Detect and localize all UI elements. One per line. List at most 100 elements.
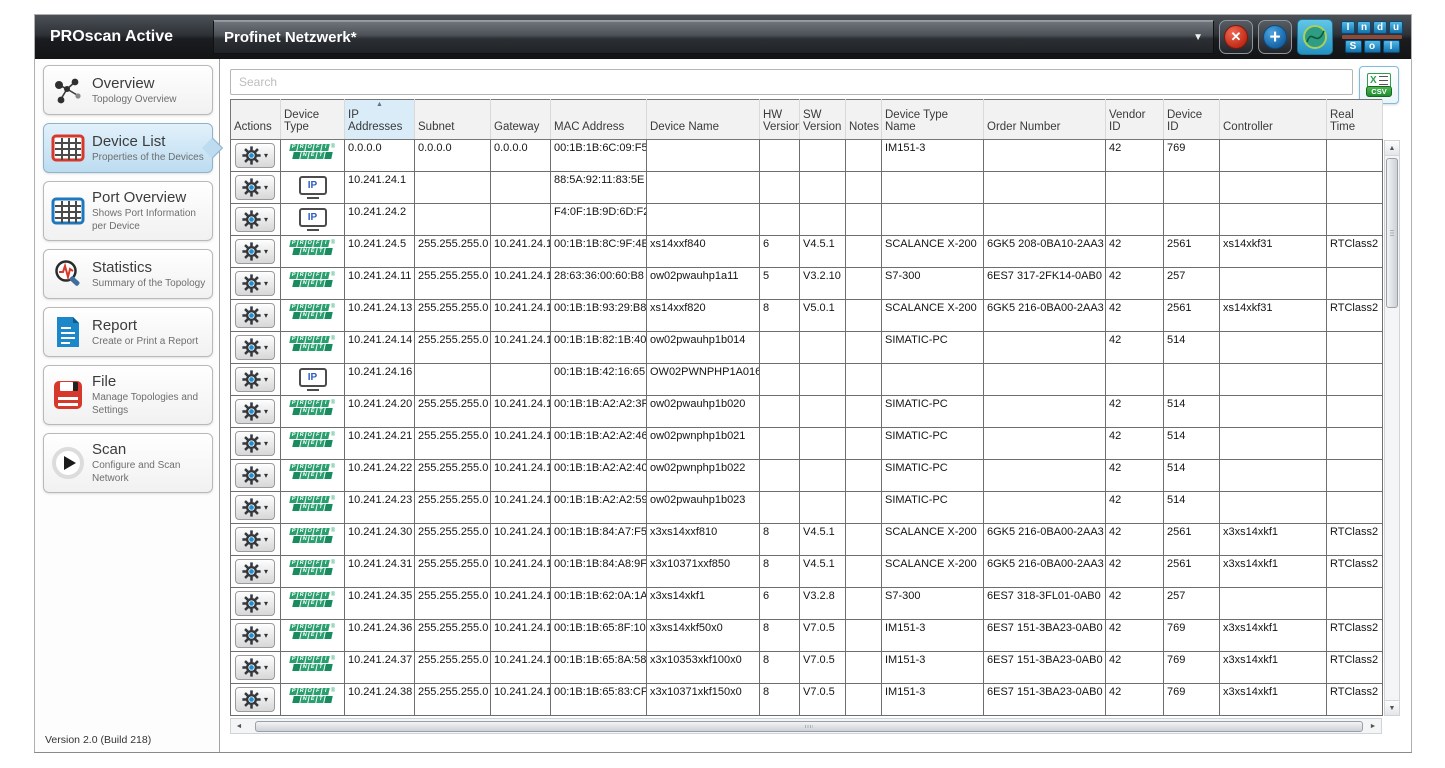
cell-device-type: PROFI®NET <box>281 236 345 268</box>
cell-vendor: 42 <box>1106 492 1164 524</box>
ip-device-icon: IP <box>299 208 327 231</box>
sidebar-item-device-list[interactable]: Device ListProperties of the Devices <box>43 123 213 173</box>
scroll-up-arrow[interactable]: ▲ <box>1385 141 1399 156</box>
horizontal-scrollbar[interactable]: ◄ ► <box>230 718 1382 734</box>
column-header-mac-address[interactable]: MAC Address <box>551 100 647 140</box>
cell-order: 6ES7 151-3BA23-0AB0 <box>984 652 1106 684</box>
scroll-down-arrow[interactable]: ▼ <box>1385 700 1399 715</box>
cell-device_id: 2561 <box>1164 300 1220 332</box>
row-actions-button[interactable]: ▾ <box>235 239 275 264</box>
column-header-ip-addresses[interactable]: ▲IP Addresses <box>345 100 415 140</box>
sidebar-item-port-overview[interactable]: Port OverviewShows Port Information per … <box>43 181 213 241</box>
column-header-device-type[interactable]: Device Type <box>281 100 345 140</box>
cell-realtime <box>1327 204 1383 236</box>
profinet-device-icon: PROFI®NET <box>290 432 335 447</box>
row-actions-button[interactable]: ▾ <box>235 623 275 648</box>
close-topology-button[interactable]: ✕ <box>1219 20 1253 54</box>
table-row: ▾PROFI®NET10.241.24.13255.255.255.010.24… <box>231 300 1383 332</box>
cell-realtime <box>1327 172 1383 204</box>
topology-selector-label: Profinet Netzwerk* <box>224 29 357 46</box>
cell-realtime <box>1327 428 1383 460</box>
table-row: ▾PROFI®NET10.241.24.20255.255.255.010.24… <box>231 396 1383 428</box>
cell-controller <box>1220 364 1327 396</box>
search-input[interactable] <box>230 69 1353 95</box>
row-actions-button[interactable]: ▾ <box>235 591 275 616</box>
sidebar-item-file[interactable]: FileManage Topologies and Settings <box>43 365 213 425</box>
cell-name: x3x10371xkf150x0 <box>647 684 760 716</box>
indusol-letter-tile: S <box>1345 40 1362 53</box>
column-header-vendor-id[interactable]: Vendor ID <box>1106 100 1164 140</box>
row-actions-button[interactable]: ▾ <box>235 687 275 712</box>
row-actions-button[interactable]: ▾ <box>235 527 275 552</box>
cell-vendor <box>1106 204 1164 236</box>
column-header-device-type-name[interactable]: Device Type Name <box>882 100 984 140</box>
horizontal-scroll-thumb[interactable] <box>255 721 1363 732</box>
vertical-scroll-thumb[interactable] <box>1386 158 1398 308</box>
scroll-right-arrow[interactable]: ► <box>1365 719 1381 733</box>
cell-realtime: RTClass2 <box>1327 684 1383 716</box>
cell-name: ow02pwnphp1b021 <box>647 428 760 460</box>
row-actions-button[interactable]: ▾ <box>235 559 275 584</box>
cell-realtime: RTClass2 <box>1327 620 1383 652</box>
column-header-order-number[interactable]: Order Number <box>984 100 1106 140</box>
cell-actions: ▾ <box>231 556 281 588</box>
column-header-actions[interactable]: Actions <box>231 100 281 140</box>
row-actions-button[interactable]: ▾ <box>235 175 275 200</box>
add-topology-button[interactable]: + <box>1258 20 1292 54</box>
column-header-label: Gateway <box>494 121 539 133</box>
file-icon <box>49 379 87 411</box>
chevron-down-icon: ▾ <box>264 696 268 704</box>
cell-sw <box>800 204 846 236</box>
vertical-scrollbar[interactable]: ▲ ▼ <box>1384 140 1400 716</box>
gear-icon <box>242 626 261 645</box>
cell-controller: xs14xkf31 <box>1220 300 1327 332</box>
row-actions-button[interactable]: ▾ <box>235 431 275 456</box>
row-actions-button[interactable]: ▾ <box>235 143 275 168</box>
cell-vendor: 42 <box>1106 460 1164 492</box>
column-header-notes[interactable]: Notes <box>846 100 882 140</box>
column-header-controller[interactable]: Controller <box>1220 100 1327 140</box>
sidebar-item-overview[interactable]: OverviewTopology Overview <box>43 65 213 115</box>
cell-controller: x3xs14xkf1 <box>1220 684 1327 716</box>
chevron-down-icon[interactable]: ▼ <box>1193 32 1203 43</box>
cell-notes <box>846 332 882 364</box>
cell-hw: 6 <box>760 588 800 620</box>
column-header-gateway[interactable]: Gateway <box>491 100 551 140</box>
excel-rows-glyph <box>1379 76 1388 85</box>
cell-controller <box>1220 268 1327 300</box>
sidebar-item-scan[interactable]: ScanConfigure and Scan Network <box>43 433 213 493</box>
row-actions-button[interactable]: ▾ <box>235 495 275 520</box>
cell-subnet: 255.255.255.0 <box>415 588 491 620</box>
row-actions-button[interactable]: ▾ <box>235 367 275 392</box>
cell-type_name: SCALANCE X-200 <box>882 524 984 556</box>
column-header-subnet[interactable]: Subnet <box>415 100 491 140</box>
chevron-down-icon: ▾ <box>264 152 268 160</box>
column-header-sw-version[interactable]: SW Version <box>800 100 846 140</box>
row-actions-button[interactable]: ▾ <box>235 335 275 360</box>
row-actions-button[interactable]: ▾ <box>235 463 275 488</box>
cell-ip: 10.241.24.14 <box>345 332 415 364</box>
row-actions-button[interactable]: ▾ <box>235 399 275 424</box>
scroll-left-arrow[interactable]: ◄ <box>231 719 247 733</box>
row-actions-button[interactable]: ▾ <box>235 207 275 232</box>
topology-selector[interactable]: Profinet Netzwerk* ▼ <box>213 20 1214 54</box>
row-actions-button[interactable]: ▾ <box>235 655 275 680</box>
sidebar-item-statistics[interactable]: StatisticsSummary of the Topology <box>43 249 213 299</box>
cell-mac: 28:63:36:00:60:B8 <box>551 268 647 300</box>
column-header-real-time[interactable]: Real Time <box>1327 100 1383 140</box>
app-body: OverviewTopology Overview Device ListProp… <box>35 59 1411 752</box>
column-header-device-name[interactable]: Device Name <box>647 100 760 140</box>
sidebar-item-report[interactable]: ReportCreate or Print a Report <box>43 307 213 357</box>
cell-device-type: PROFI®NET <box>281 268 345 300</box>
row-actions-button[interactable]: ▾ <box>235 271 275 296</box>
cell-name: ow02pwauhp1b020 <box>647 396 760 428</box>
column-header-device-id[interactable]: Device ID <box>1164 100 1220 140</box>
cell-ip: 10.241.24.38 <box>345 684 415 716</box>
cell-hw <box>760 140 800 172</box>
cell-actions: ▾ <box>231 396 281 428</box>
cell-notes <box>846 524 882 556</box>
row-actions-button[interactable]: ▾ <box>235 303 275 328</box>
main-panel: X CSV ActionsDevice Type▲IP AddressesSub… <box>219 59 1411 752</box>
column-header-label: Device Type Name <box>885 109 948 133</box>
column-header-hw-version[interactable]: HW Version <box>760 100 800 140</box>
